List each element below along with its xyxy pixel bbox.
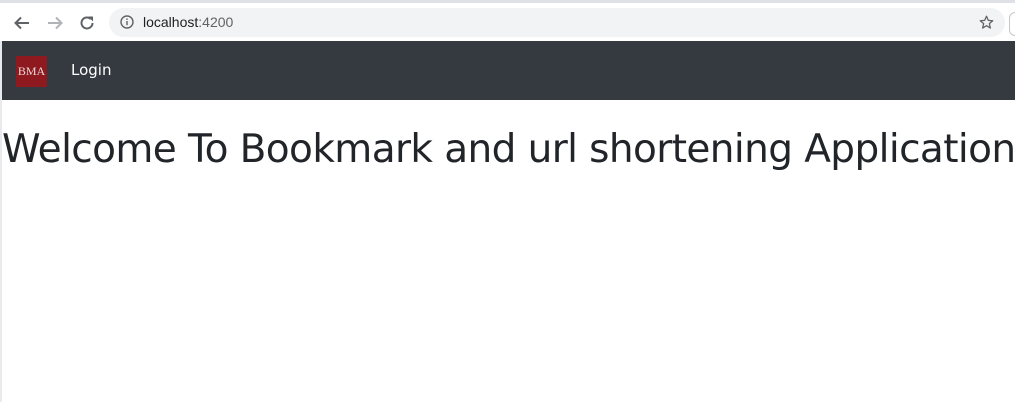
browser-toolbar: localhost:4200 — [0, 0, 1015, 41]
back-button[interactable] — [10, 11, 34, 35]
page-title: Welcome To Bookmark and url shortening A… — [2, 127, 1015, 172]
url-port: :4200 — [198, 14, 234, 30]
app-navbar: BMA Login — [2, 41, 1015, 100]
url-host: localhost — [143, 14, 199, 30]
profile-button-edge[interactable] — [1009, 12, 1015, 36]
forward-button[interactable] — [43, 11, 67, 35]
address-bar[interactable]: localhost:4200 — [109, 8, 1005, 37]
reload-button[interactable] — [75, 11, 99, 35]
brand-logo[interactable]: BMA — [16, 56, 47, 87]
url-text[interactable]: localhost:4200 — [143, 15, 233, 30]
info-icon[interactable] — [120, 15, 134, 29]
login-link[interactable]: Login — [71, 61, 111, 79]
arrow-left-icon — [14, 16, 29, 30]
reload-icon — [80, 16, 94, 30]
star-icon[interactable] — [978, 14, 995, 31]
arrow-right-icon — [48, 16, 63, 30]
